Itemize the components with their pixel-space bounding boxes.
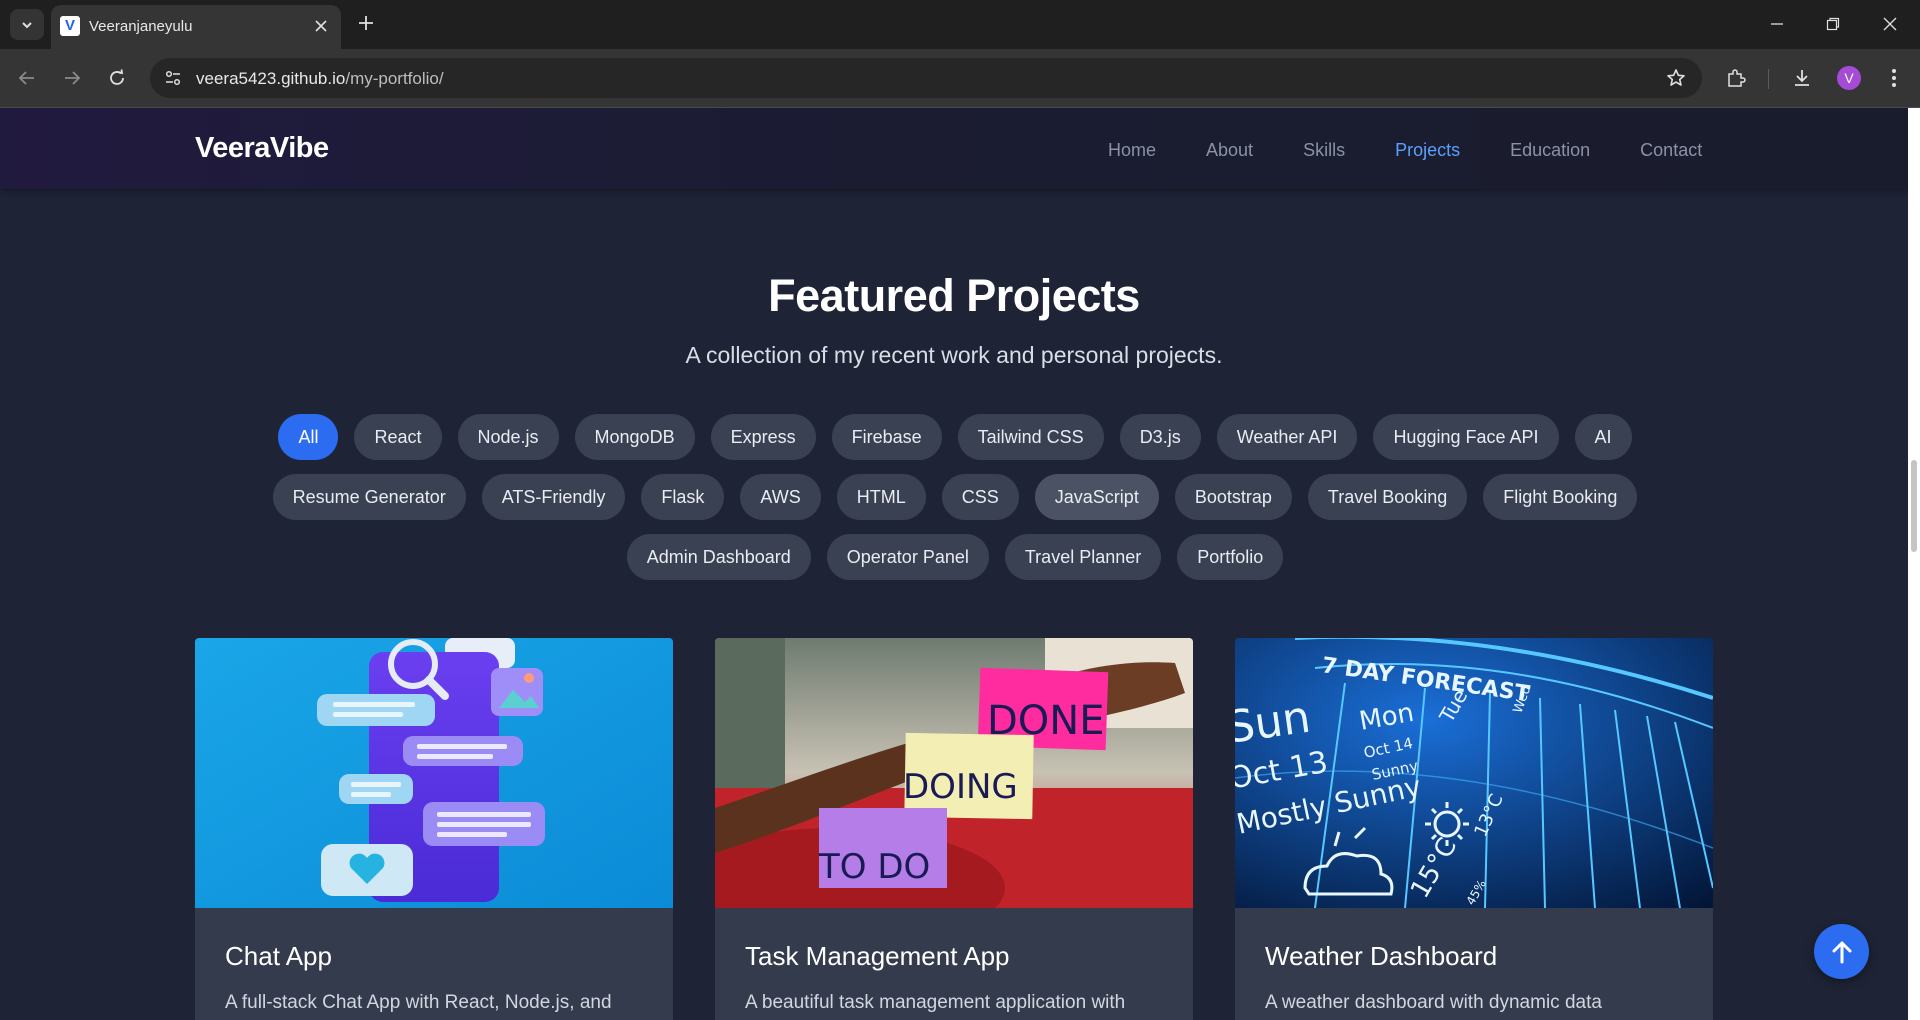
bookmark-button[interactable] (1664, 66, 1688, 90)
site-navbar: VeeraVibe Home About Skills Projects Edu… (0, 108, 1908, 189)
new-tab-button[interactable] (353, 10, 379, 36)
nav-link-about[interactable]: About (1206, 140, 1253, 161)
nav-link-projects[interactable]: Projects (1395, 140, 1460, 161)
note-todo: TO DO (818, 847, 930, 887)
filter-chip-react[interactable]: React (354, 414, 442, 460)
filter-chip-admin-dashboard[interactable]: Admin Dashboard (626, 534, 811, 580)
tab-search-button[interactable] (10, 9, 44, 40)
page-viewport: VeeraVibe Home About Skills Projects Edu… (0, 108, 1908, 1020)
filter-chip-ats-friendly[interactable]: ATS-Friendly (481, 474, 626, 520)
filter-chip-portfolio[interactable]: Portfolio (1177, 534, 1284, 580)
url-host: veera5423.github.io (196, 69, 346, 88)
restore-button[interactable] (1813, 8, 1853, 40)
browser-tab-strip: V Veeranjaneyulu (0, 0, 1920, 49)
filter-chip-flask[interactable]: Flask (641, 474, 725, 520)
filter-chip-resume-generator[interactable]: Resume Generator (272, 474, 466, 520)
browser-tab[interactable]: V Veeranjaneyulu (51, 5, 341, 49)
download-icon (1795, 70, 1809, 86)
url-path: /my-portfolio/ (345, 69, 444, 88)
filter-chip-bootstrap[interactable]: Bootstrap (1174, 474, 1292, 520)
scrollbar-thumb[interactable] (1911, 460, 1917, 552)
card-description: A weather dashboard with dynamic data (1265, 992, 1602, 1013)
browser-toolbar: veera5423.github.io/my-portfolio/ (0, 49, 1920, 108)
project-card-weather-dashboard[interactable]: 7 DAY FORECAST Sun Oct 13 Mostly Sunny M… (1235, 638, 1713, 1020)
site-brand[interactable]: VeeraVibe (195, 132, 329, 165)
browser-menu-button[interactable] (1880, 64, 1908, 92)
page-scrollbar[interactable] (1908, 108, 1920, 1020)
project-filter-bar: All React Node.js MongoDB Express Fireba… (190, 414, 1720, 580)
filter-chip-weather-api[interactable]: Weather API (1216, 414, 1358, 460)
chat-app-image (195, 638, 673, 908)
card-description: A beautiful task management application … (745, 992, 1126, 1013)
downloads-button[interactable] (1788, 64, 1816, 92)
filter-chip-javascript[interactable]: JavaScript (1034, 474, 1159, 520)
sticky-notes-photo-icon: DONE DOING TO DO (715, 638, 1193, 908)
address-bar[interactable]: veera5423.github.io/my-portfolio/ (150, 58, 1702, 98)
puzzle-icon (1728, 69, 1746, 87)
profile-avatar[interactable]: V (1837, 66, 1861, 90)
chat-illustration-icon (195, 638, 673, 908)
extensions-button[interactable] (1722, 64, 1750, 92)
forward-button[interactable] (57, 63, 87, 93)
star-icon (1667, 69, 1685, 86)
task-app-image: DONE DOING TO DO (715, 638, 1193, 908)
arrow-left-icon (18, 71, 34, 85)
nav-link-skills[interactable]: Skills (1303, 140, 1345, 161)
filter-chip-ai[interactable]: AI (1574, 414, 1632, 460)
filter-chip-firebase[interactable]: Firebase (831, 414, 942, 460)
card-description: A full-stack Chat App with React, Node.j… (225, 992, 612, 1013)
card-title: Chat App (225, 941, 332, 971)
filter-chip-nodejs[interactable]: Node.js (457, 414, 559, 460)
reload-button[interactable] (102, 63, 132, 93)
minimize-button[interactable] (1757, 8, 1797, 40)
restore-icon (1826, 17, 1840, 31)
tune-icon (165, 70, 181, 86)
filter-chip-html[interactable]: HTML (836, 474, 926, 520)
filter-chip-mongodb[interactable]: MongoDB (574, 414, 695, 460)
filter-chip-flight-booking[interactable]: Flight Booking (1483, 474, 1638, 520)
toolbar-separator (1768, 69, 1769, 89)
arrow-right-icon (65, 71, 81, 85)
nav-link-contact[interactable]: Contact (1640, 140, 1702, 161)
weather-forecast-screen-icon: 7 DAY FORECAST Sun Oct 13 Mostly Sunny M… (1235, 638, 1713, 908)
card-title: Task Management App (745, 941, 1010, 971)
filter-chip-d3js[interactable]: D3.js (1119, 414, 1201, 460)
note-doing: DOING (903, 767, 1018, 807)
nav-link-education[interactable]: Education (1510, 140, 1590, 161)
tab-close-button[interactable] (309, 14, 333, 38)
filter-chip-travel-planner[interactable]: Travel Planner (1004, 534, 1162, 580)
arrow-up-icon (1832, 941, 1851, 963)
project-card-grid: Chat App A full-stack Chat App with Reac… (195, 638, 1715, 1020)
close-icon (1883, 17, 1897, 31)
section-subtitle: A collection of my recent work and perso… (685, 342, 1223, 368)
plus-icon (359, 16, 373, 30)
filter-chip-operator-panel[interactable]: Operator Panel (826, 534, 989, 580)
project-card-task-management[interactable]: DONE DOING TO DO Task Management App A b… (715, 638, 1193, 1020)
more-vertical-icon (1892, 69, 1896, 87)
favicon-icon: V (60, 16, 80, 36)
project-card-chat-app[interactable]: Chat App A full-stack Chat App with Reac… (195, 638, 673, 1020)
filter-chip-express[interactable]: Express (710, 414, 816, 460)
close-icon (315, 20, 327, 32)
tab-title: Veeranjaneyulu (89, 18, 193, 35)
scroll-to-top-button[interactable] (1814, 924, 1869, 979)
section-title: Featured Projects (768, 270, 1140, 321)
url-text: veera5423.github.io/my-portfolio/ (196, 69, 444, 89)
filter-chip-all[interactable]: All (278, 414, 339, 460)
card-title: Weather Dashboard (1265, 941, 1498, 971)
nav-link-home[interactable]: Home (1108, 140, 1156, 161)
close-window-button[interactable] (1870, 8, 1910, 40)
reload-icon (110, 69, 124, 85)
filter-chip-css[interactable]: CSS (941, 474, 1019, 520)
filter-chip-hugging-face[interactable]: Hugging Face API (1373, 414, 1559, 460)
filter-chip-aws[interactable]: AWS (740, 474, 821, 520)
chevron-down-icon (22, 21, 32, 28)
filter-chip-tailwind[interactable]: Tailwind CSS (957, 414, 1104, 460)
weather-app-image: 7 DAY FORECAST Sun Oct 13 Mostly Sunny M… (1235, 638, 1713, 908)
site-nav-links: Home About Skills Projects Education Con… (1108, 140, 1702, 161)
minimize-icon (1771, 23, 1783, 25)
back-button[interactable] (12, 63, 42, 93)
site-info-button[interactable] (161, 66, 185, 90)
filter-chip-travel-booking[interactable]: Travel Booking (1307, 474, 1468, 520)
